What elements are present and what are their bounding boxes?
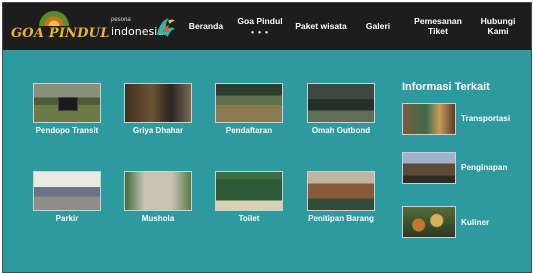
gallery-card-parkir[interactable]: Parkir (22, 171, 112, 223)
sun-emblem-icon (39, 11, 69, 26)
gallery-thumbnail (33, 171, 101, 211)
gallery-label: Penitipan Barang (308, 214, 374, 223)
gallery-thumbnail (215, 171, 283, 211)
nav-label: Hubungi Kami (480, 15, 516, 36)
nav-pemesanan-tiket[interactable]: Pemesanan Tiket (412, 3, 464, 50)
sidebar-item-label: Penginapan (461, 163, 508, 172)
nav-label: Beranda (188, 20, 224, 31)
gallery-thumbnail (215, 83, 283, 123)
gallery-label: Parkir (55, 214, 79, 223)
sidebar-title: Informasi Terkait (402, 81, 490, 93)
goa-pindul-logo[interactable]: GOA PINDUL (11, 11, 109, 43)
nav-paket-wisata[interactable]: Paket wisata (291, 3, 351, 50)
gallery-thumbnail (124, 171, 192, 211)
logo-text: GOA PINDUL (11, 26, 110, 41)
gallery-label: Pendopo Transit (35, 126, 99, 135)
gallery-card-pendaftaran[interactable]: Pendaftaran (204, 83, 294, 135)
gallery-card-pendopo-transit[interactable]: Pendopo Transit (22, 83, 112, 135)
sidebar-thumbnail (402, 206, 456, 238)
nav-label: Goa Pindul (237, 15, 283, 26)
gallery-card-omah-outbond[interactable]: Omah Outbond (296, 83, 386, 135)
gallery-label: Griya Dhahar (132, 126, 184, 135)
nav-goa-pindul[interactable]: Goa Pindul • • • (232, 3, 288, 50)
navbar: GOA PINDUL pesona indonesia Beranda Goa … (3, 3, 531, 50)
gallery-card-toilet[interactable]: Toilet (204, 171, 294, 223)
nav-hubungi-kami[interactable]: Hubungi Kami (475, 3, 521, 50)
gallery-card-penitipan-barang[interactable]: Penitipan Barang (296, 171, 386, 223)
sidebar-thumbnail (402, 103, 456, 135)
gallery-thumbnail (124, 83, 192, 123)
nav-label: Pemesanan Tiket (414, 15, 462, 36)
sidebar-item-label: Transportasi (461, 114, 511, 123)
gallery-label: Pendaftaran (225, 126, 273, 135)
gallery-label: Toilet (238, 214, 260, 223)
garuda-bird-icon (157, 18, 175, 37)
nav-galeri[interactable]: Galeri (359, 3, 397, 50)
active-indicator-dots: • • • (251, 27, 269, 37)
nav-label: Galeri (365, 20, 391, 31)
gallery-card-griya-dhahar[interactable]: Griya Dhahar (113, 83, 203, 135)
nav-label: Paket wisata (295, 20, 347, 31)
pesona-text: pesona (111, 17, 131, 23)
gallery-thumbnail (307, 83, 375, 123)
page-frame: GOA PINDUL pesona indonesia Beranda Goa … (2, 2, 532, 273)
pesona-indonesia-logo: pesona indonesia (111, 15, 177, 43)
sign-board-shape (58, 97, 78, 111)
gallery-thumbnail (307, 171, 375, 211)
gallery-label: Mushola (141, 214, 175, 223)
sidebar-thumbnail (402, 152, 456, 184)
sidebar-item-label: Kuliner (461, 218, 490, 227)
gallery-card-mushola[interactable]: Mushola (113, 171, 203, 223)
gallery-label: Omah Outbond (311, 126, 371, 135)
nav-beranda[interactable]: Beranda (183, 3, 229, 50)
gallery-thumbnail (33, 83, 101, 123)
